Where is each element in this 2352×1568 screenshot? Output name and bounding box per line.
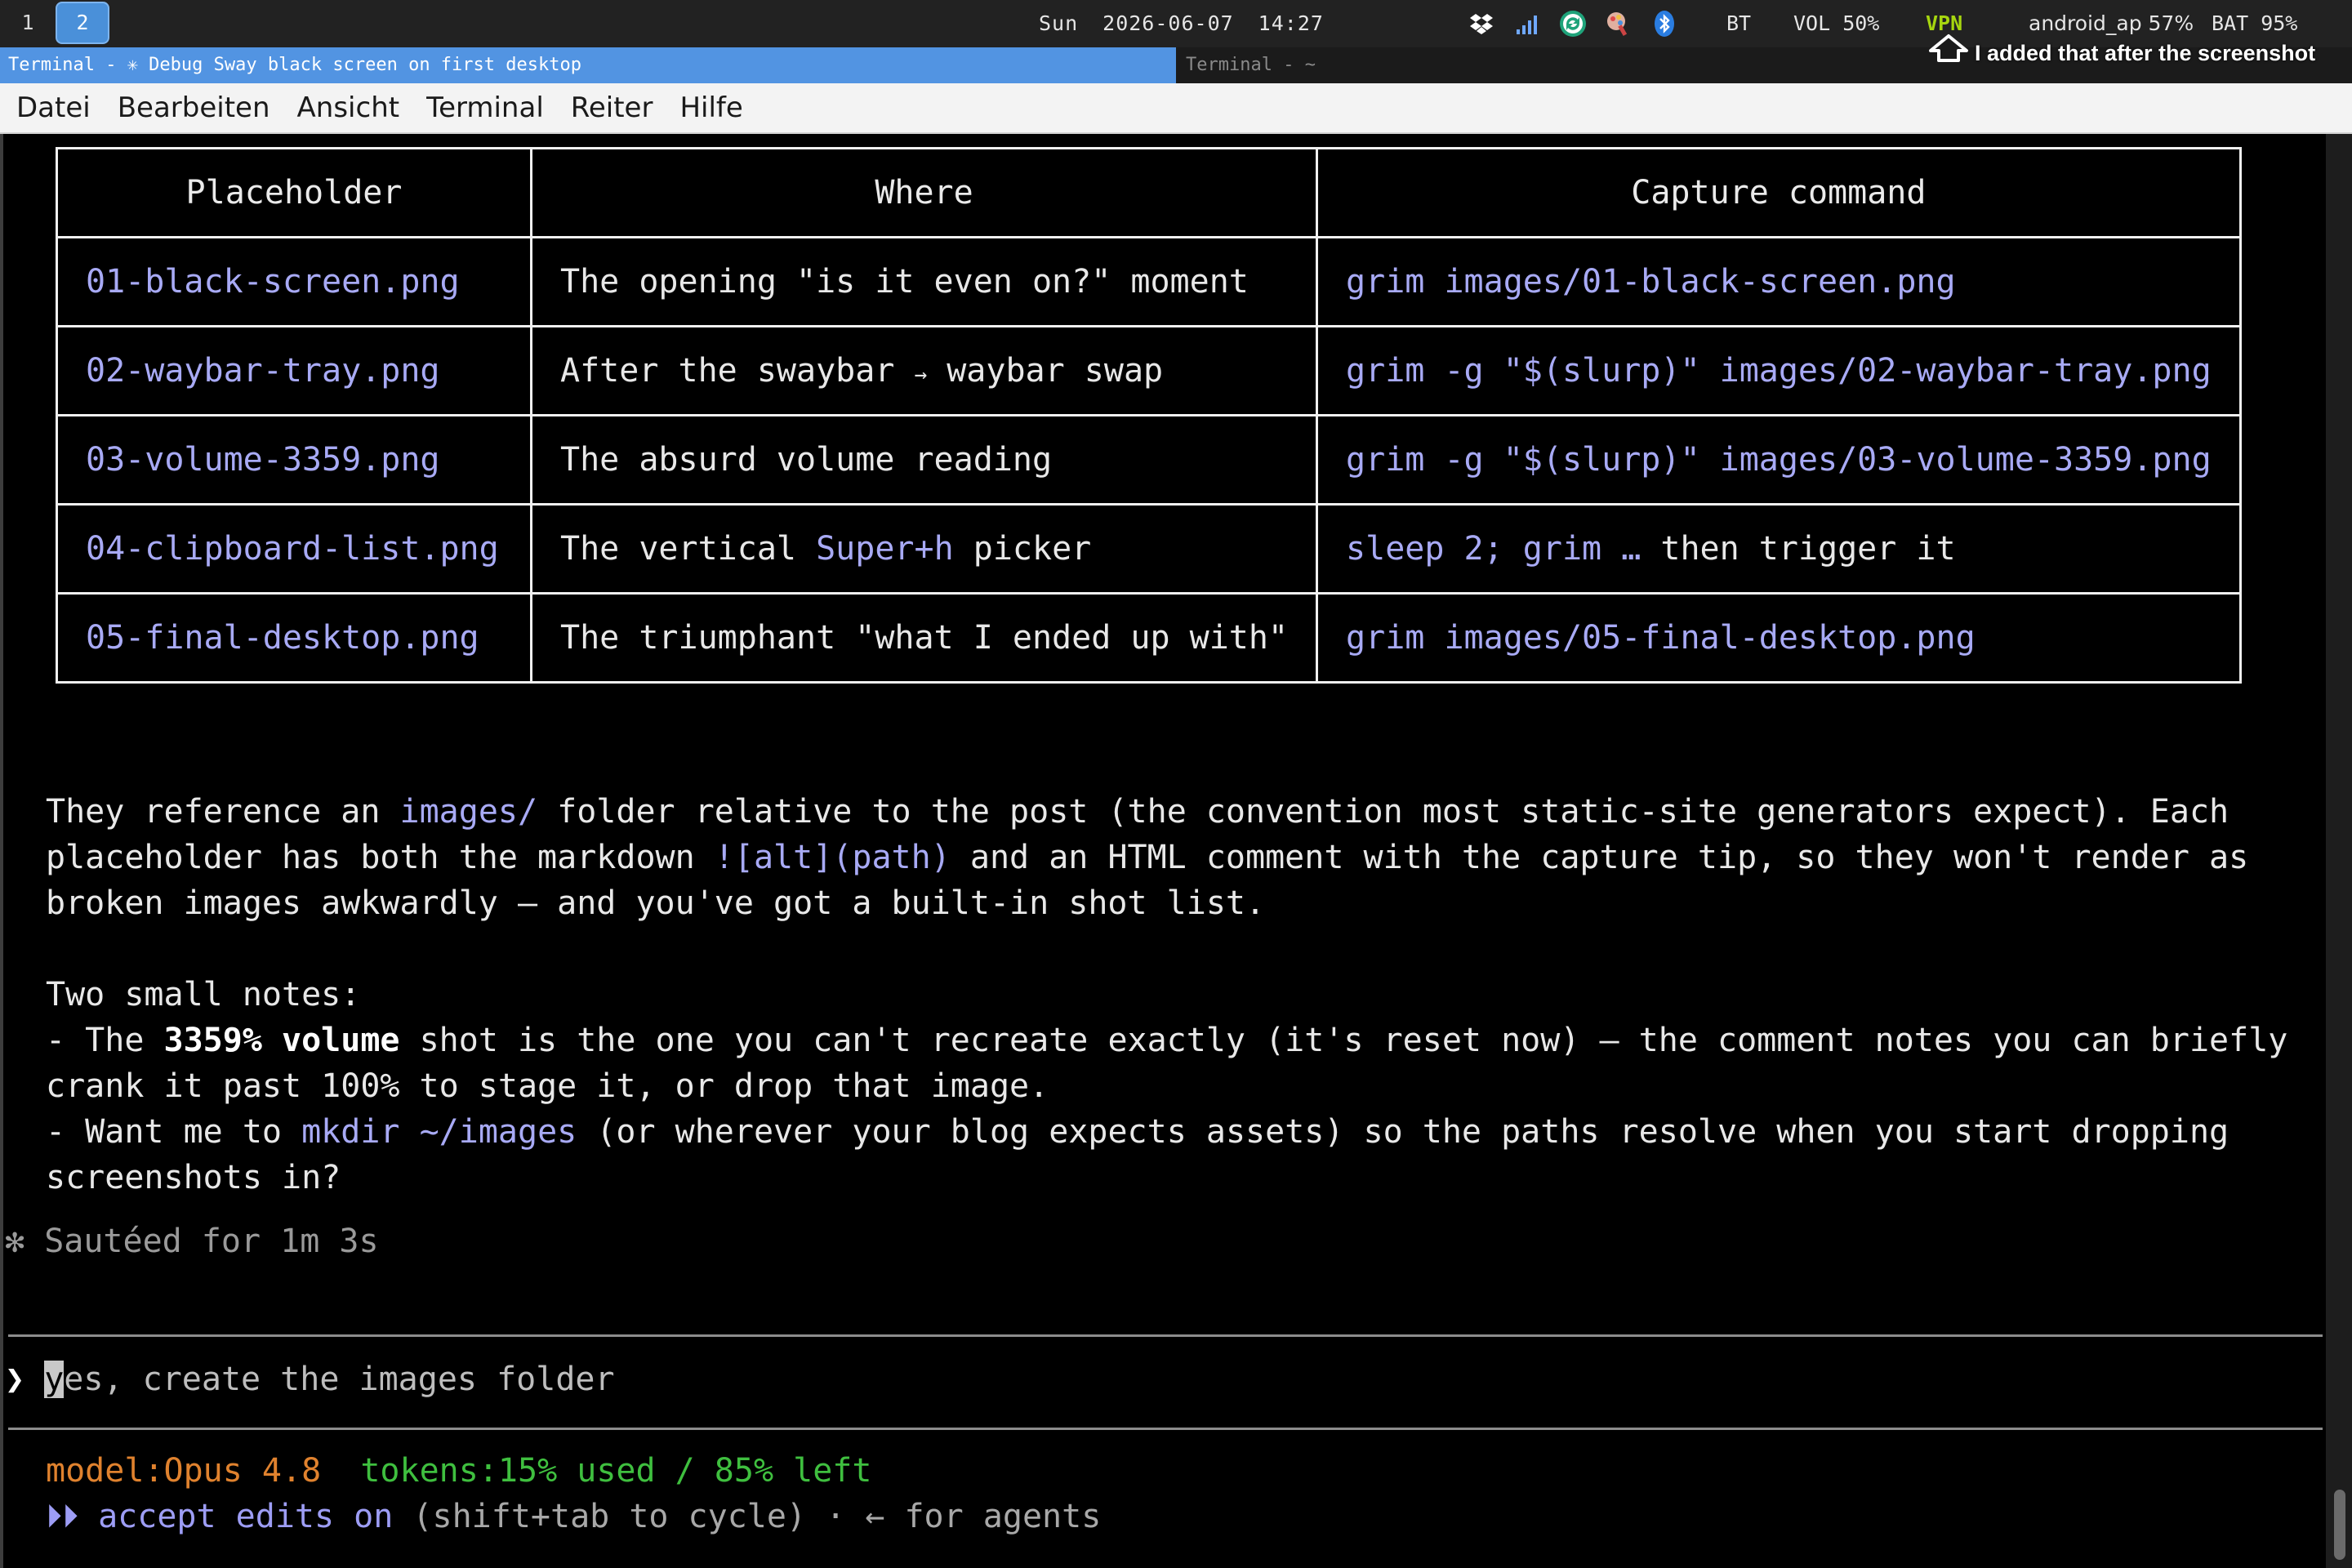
text-span: placeholder has both the markdown (46, 839, 715, 876)
tab-active-terminal[interactable]: Terminal - ✳ Debug Sway black screen on … (0, 47, 1176, 83)
workspace-1-button[interactable]: 1 (10, 2, 46, 44)
menu-view[interactable]: Ansicht (297, 91, 400, 124)
table-cell-where: The vertical Super+h picker (529, 503, 1319, 595)
table-row: 05-final-desktop.png The triumphant "wha… (56, 592, 2242, 684)
prompt-caret-icon: ❯ (5, 1361, 25, 1398)
table-row: 02-waybar-tray.png After the swaybar → w… (56, 325, 2242, 416)
annotation-text: I added that after the screenshot (1975, 41, 2316, 65)
mode-hint: (shift+tab to cycle) · ← for agents (393, 1498, 1102, 1535)
table-cell-file: 05-final-desktop.png (56, 592, 532, 684)
menu-edit[interactable]: Bearbeiten (118, 91, 270, 124)
notes-title: Two small notes: (46, 976, 361, 1013)
table-cell-where: After the swaybar → waybar swap (529, 325, 1319, 416)
bold-text: 3359% volume (163, 1022, 400, 1059)
model-label: model:Opus 4.8 (46, 1452, 322, 1490)
workspace-2-button[interactable]: 2 (56, 2, 109, 44)
arrow-right-icon: → (914, 363, 928, 387)
bluetooth-icon[interactable] (1650, 9, 1679, 38)
mode-label[interactable]: accept edits on (98, 1498, 393, 1535)
table-cell-command: sleep 2; grim … then trigger it (1316, 503, 2242, 595)
table-header: Placeholder (56, 147, 532, 238)
text-line: placeholder has both the markdown ![alt]… (46, 835, 2248, 880)
table-row: 01-black-screen.png The opening "is it e… (56, 236, 2242, 327)
fast-forward-icon: ⏵⏵ (46, 1498, 78, 1535)
text-span: shot is the one you can't recreate exact… (399, 1022, 2288, 1059)
divider (8, 1428, 2323, 1430)
table-row: 04-clipboard-list.png The vertical Super… (56, 503, 2242, 595)
bluetooth-status[interactable]: BT (1726, 0, 1751, 47)
menu-terminal[interactable]: Terminal (426, 91, 544, 124)
divider (8, 1334, 2323, 1337)
cell-text: The vertical (560, 530, 817, 568)
prompt-input[interactable]: ❯ yes, create the images folder (5, 1356, 615, 1402)
model-status-line: model:Opus 4.8 tokens:15% used / 85% lef… (46, 1448, 871, 1494)
color-picker-icon[interactable] (1604, 9, 1633, 38)
cell-text: then trigger it (1641, 530, 1956, 568)
sync-icon[interactable] (1558, 9, 1588, 38)
placeholder-table: Placeholder Where Capture command 01-bla… (56, 147, 2242, 684)
inline-code: mkdir ~/images (301, 1113, 577, 1151)
spinner-status: ✻ Sautéed for 1m 3s (5, 1218, 379, 1264)
table-cell-command: grim images/01-black-screen.png (1316, 236, 2242, 327)
table-cell-file: 03-volume-3359.png (56, 414, 532, 506)
clock-time: 14:27 (1258, 11, 1324, 35)
text-line: broken images awkwardly — and you've got… (46, 884, 1266, 922)
table-cell-command: grim -g "$(slurp)" images/03-volume-3359… (1316, 414, 2242, 506)
text-span: folder relative to the post (the convent… (537, 793, 2230, 831)
terminal-scrollbar[interactable] (2326, 134, 2352, 1568)
table-cell-file: 04-clipboard-list.png (56, 503, 532, 595)
text-span: (or wherever your blog expects assets) s… (577, 1113, 2230, 1151)
text-line: - The 3359% volume shot is the one you c… (46, 1018, 2287, 1063)
table-header: Where (529, 147, 1319, 238)
table-header-row: Placeholder Where Capture command (56, 147, 2242, 238)
clock: Sun 2026-06-07 14:27 (1039, 0, 1348, 47)
arrow-up-icon (1929, 34, 1968, 62)
cell-text: After the swaybar (560, 352, 915, 390)
cell-text: waybar swap (927, 352, 1164, 390)
system-tray (1467, 8, 1679, 39)
dropbox-icon[interactable] (1467, 9, 1496, 38)
table-cell-file: 02-waybar-tray.png (56, 325, 532, 416)
text-line: screenshots in? (46, 1159, 341, 1196)
terminal-output[interactable]: Placeholder Where Capture command 01-bla… (0, 134, 2326, 1568)
inline-code: ![alt](path) (714, 839, 951, 876)
mode-line: ⏵⏵ accept edits on (shift+tab to cycle) … (46, 1494, 1101, 1539)
text-span: - Want me to (46, 1113, 302, 1151)
table-row: 03-volume-3359.png The absurd volume rea… (56, 414, 2242, 506)
tokens-label: tokens:15% used / 85% left (360, 1452, 872, 1490)
table-cell-where: The opening "is it even on?" moment (529, 236, 1319, 327)
text-line: crank it past 100% to stage it, or drop … (46, 1067, 1049, 1105)
text-line: - Want me to mkdir ~/images (or wherever… (46, 1109, 2229, 1155)
text-span: and an HTML comment with the capture tip… (950, 839, 2249, 876)
scrollbar-thumb[interactable] (2334, 1490, 2345, 1560)
text-span: They reference an (46, 793, 400, 831)
table-cell-command: grim -g "$(slurp)" images/02-waybar-tray… (1316, 325, 2242, 416)
menu-bar: Datei Bearbeiten Ansicht Terminal Reiter… (0, 83, 2352, 134)
text-span: - The (46, 1022, 164, 1059)
menu-file[interactable]: Datei (16, 91, 91, 124)
spinner-text: Sautéed for 1m 3s (44, 1223, 379, 1260)
table-cell-where: The triumphant "what I ended up with" (529, 592, 1319, 684)
inline-code: sleep 2; grim … (1346, 530, 1642, 568)
cell-text: picker (953, 530, 1092, 568)
table-cell-file: 01-black-screen.png (56, 236, 532, 327)
menu-help[interactable]: Hilfe (679, 91, 742, 124)
table-cell-command: grim images/05-final-desktop.png (1316, 592, 2242, 684)
signal-bars-icon[interactable] (1512, 9, 1542, 38)
table-cell-where: The absurd volume reading (529, 414, 1319, 506)
clock-day: Sun (1039, 11, 1079, 35)
text-cursor: y (44, 1361, 65, 1398)
menu-tabs[interactable]: Reiter (571, 91, 653, 124)
volume-status[interactable]: VOL 50% (1793, 0, 1879, 47)
asterisk-icon: ✻ (5, 1223, 25, 1260)
inline-code: images/ (399, 793, 538, 831)
text-line: They reference an images/ folder relativ… (46, 789, 2229, 835)
table-header: Capture command (1316, 147, 2242, 238)
inline-code: Super+h (816, 530, 954, 568)
prompt-text: es, create the images folder (64, 1361, 615, 1398)
clock-date: 2026-06-07 (1102, 11, 1234, 35)
